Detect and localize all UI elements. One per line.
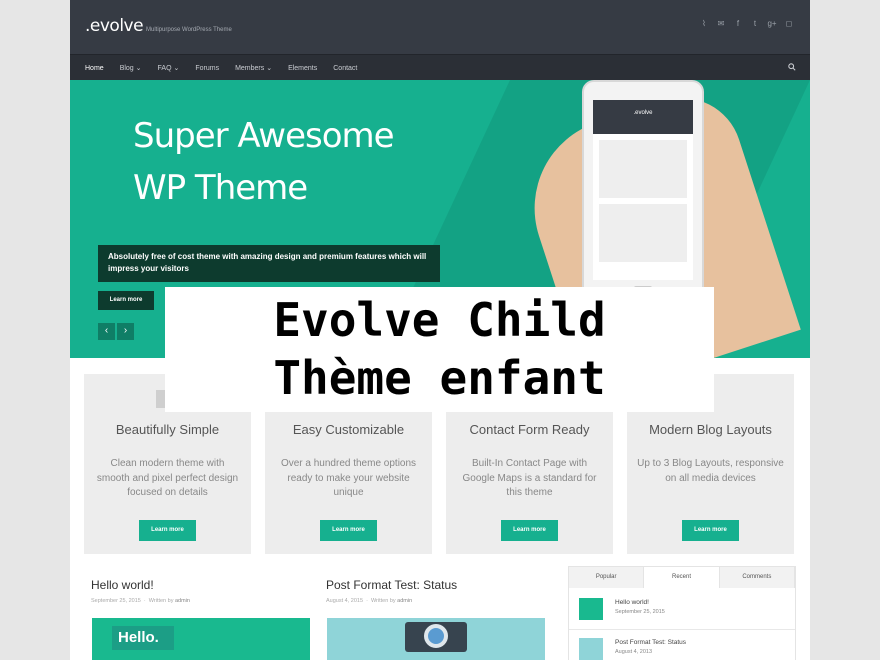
site-logo[interactable]: .evolve: [85, 16, 144, 36]
widget-thumbnail: [579, 638, 603, 660]
nav-item-blog[interactable]: Blog ⌄: [120, 64, 142, 72]
site-header: .evolve Multipurpose WordPress Theme ⌇ ✉…: [70, 0, 810, 54]
hero-title-line1: Super Awesome: [133, 116, 395, 156]
social-icons: ⌇ ✉ f t g+ ◻: [699, 19, 794, 29]
feature-text: Over a hundred theme options ready to ma…: [280, 458, 417, 498]
divider: [569, 629, 795, 630]
post-thumbnail[interactable]: Hello.: [92, 618, 310, 660]
learn-more-button[interactable]: Learn more: [501, 520, 558, 541]
tabs-widget: Popular Recent Comments Hello world! Sep…: [568, 566, 796, 660]
rss-icon[interactable]: ⌇: [699, 19, 709, 29]
post-thumbnail-text: Hello.: [112, 626, 174, 650]
instagram-icon[interactable]: ◻: [784, 19, 794, 29]
hero-title: Super Awesome WP Theme: [133, 110, 395, 214]
search-icon[interactable]: [788, 63, 796, 71]
hero-description: Absolutely free of cost theme with amazi…: [98, 245, 440, 282]
widget-item-date: August 4, 2013: [615, 649, 653, 655]
feature-title: Contact Form Ready: [469, 422, 590, 437]
post-title[interactable]: Hello world!: [91, 578, 190, 592]
site-tagline: Multipurpose WordPress Theme: [146, 27, 232, 33]
nav-item-faq[interactable]: FAQ ⌄: [158, 64, 180, 72]
slider-next-button[interactable]: ›: [117, 323, 134, 340]
overlay-line2: Thème enfant: [273, 351, 606, 405]
widget-item-date: September 25, 2015: [615, 609, 665, 615]
tab-recent[interactable]: Recent: [644, 567, 720, 588]
feature-title: Modern Blog Layouts: [649, 422, 772, 437]
hero-learn-more-button[interactable]: Learn more: [98, 291, 154, 310]
nav-item-home[interactable]: Home: [85, 65, 104, 72]
camera-lens: [424, 624, 448, 648]
post-meta: September 25, 2015 · Written by admin: [91, 598, 190, 604]
post-date: August 4, 2015: [326, 598, 364, 604]
post-thumbnail[interactable]: [327, 618, 545, 660]
facebook-icon[interactable]: f: [733, 19, 743, 29]
email-icon[interactable]: ✉: [716, 19, 726, 29]
nav-item-elements[interactable]: Elements: [288, 65, 317, 72]
learn-more-button[interactable]: Learn more: [139, 520, 196, 541]
phone-logo: .evolve: [593, 100, 693, 134]
google-plus-icon[interactable]: g+: [767, 19, 777, 29]
tab-comments[interactable]: Comments: [719, 567, 795, 588]
feature-text: Clean modern theme with smooth and pixel…: [96, 458, 239, 498]
post-hello-world: Hello world! September 25, 2015 · Writte…: [91, 578, 190, 604]
feature-title: Easy Customizable: [292, 422, 405, 437]
post-by: Written by: [370, 598, 396, 604]
feature-text: Built-In Contact Page with Google Maps i…: [462, 458, 597, 498]
twitter-icon[interactable]: t: [750, 19, 760, 29]
feature-title: Beautifully Simple: [115, 422, 220, 437]
phone-illustration: .evolve: [582, 80, 704, 300]
slider-prev-button[interactable]: ‹: [98, 323, 115, 340]
learn-more-button[interactable]: Learn more: [682, 520, 739, 541]
nav-item-members[interactable]: Members ⌄: [235, 64, 272, 72]
widget-item-title: Post Format Test: Status: [615, 639, 687, 646]
post-author[interactable]: admin: [397, 598, 412, 604]
nav-item-forums[interactable]: Forums: [195, 65, 219, 72]
widget-item-title: Hello world!: [615, 599, 649, 606]
hero-title-line2: WP Theme: [133, 168, 308, 208]
tab-popular[interactable]: Popular: [569, 567, 645, 588]
post-date: September 25, 2015: [91, 598, 141, 604]
overlay-line1: Evolve Child: [273, 293, 606, 347]
post-author[interactable]: admin: [175, 598, 190, 604]
main-nav: Home Blog ⌄ FAQ ⌄ Forums Members ⌄ Eleme…: [70, 54, 810, 80]
post-status-test: Post Format Test: Status August 4, 2015 …: [326, 578, 457, 604]
learn-more-button[interactable]: Learn more: [320, 520, 377, 541]
post-meta: August 4, 2015 · Written by admin: [326, 598, 413, 604]
overlay-caption: Evolve Child Thème enfant: [165, 287, 714, 412]
widget-thumbnail: [579, 598, 603, 620]
feature-text: Up to 3 Blog Layouts, responsive on all …: [637, 458, 784, 484]
nav-item-contact[interactable]: Contact: [333, 65, 357, 72]
post-by: Written by: [148, 598, 174, 604]
post-title[interactable]: Post Format Test: Status: [326, 578, 457, 592]
